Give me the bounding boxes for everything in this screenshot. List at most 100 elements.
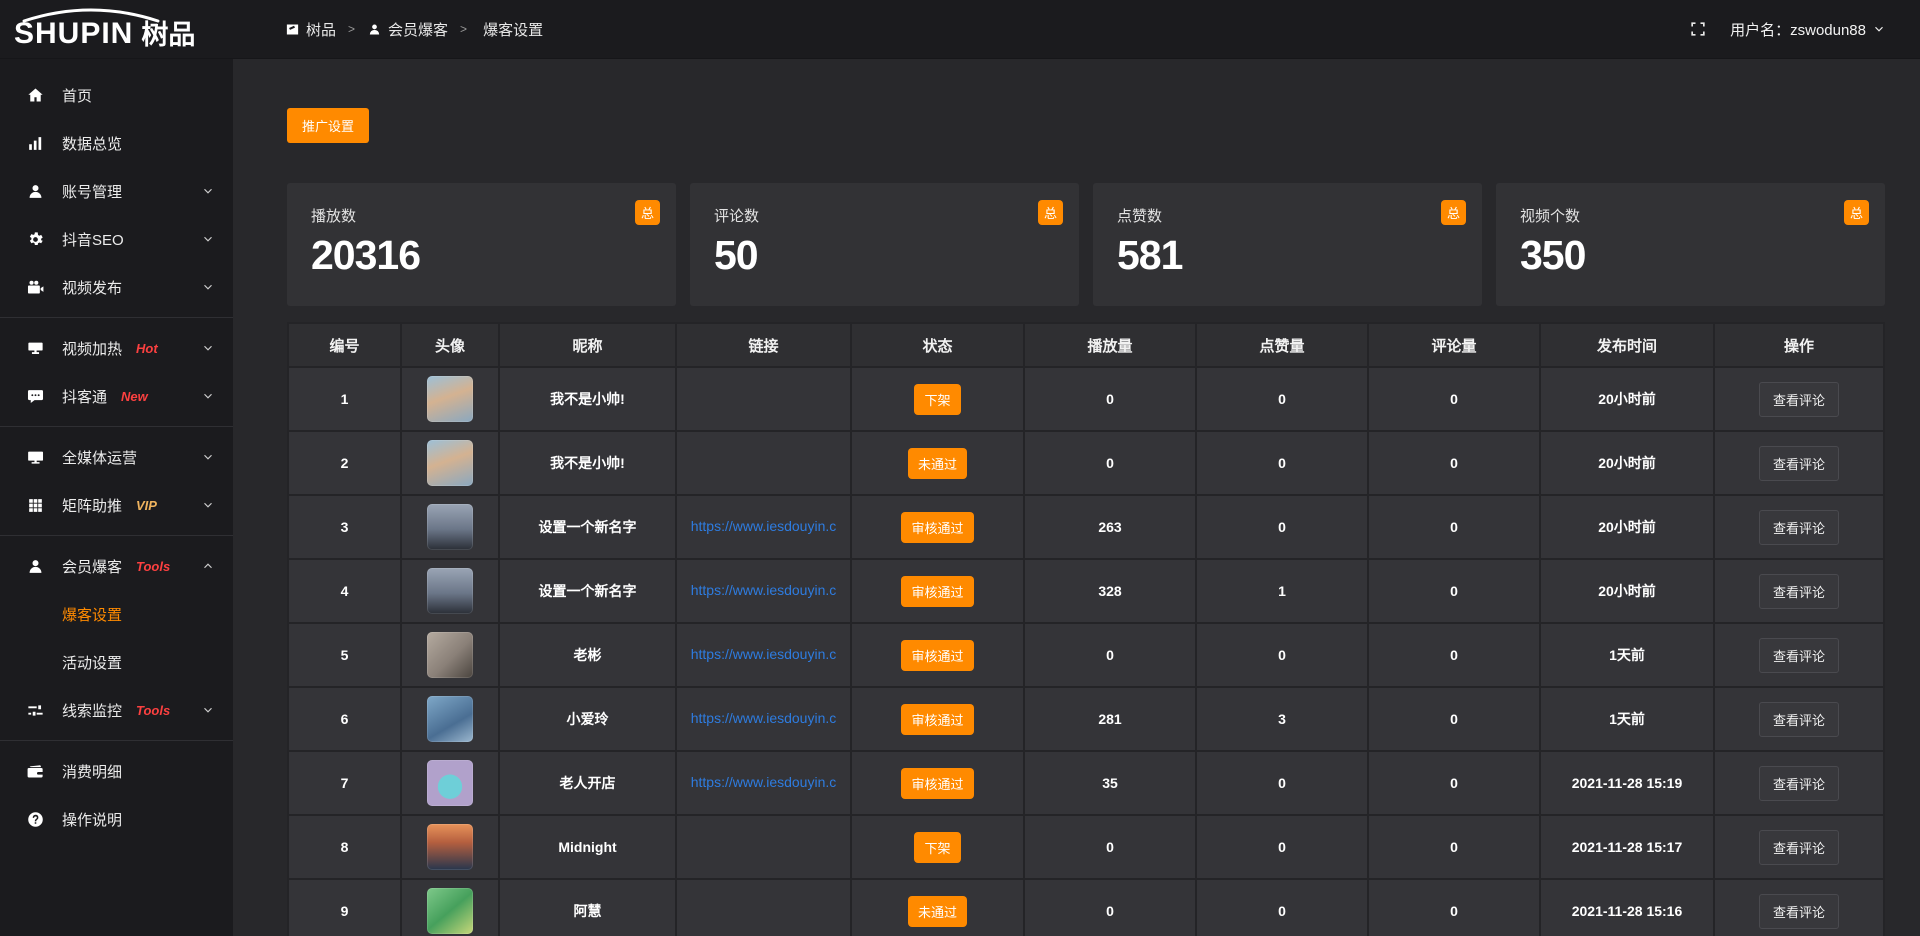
cell-comments: 0 [1368,879,1540,936]
video-link[interactable]: https://www.iesdouyin.c [691,518,837,534]
sidebar-item-线索监控[interactable]: 线索监控Tools [0,686,233,734]
promo-settings-button[interactable]: 推广设置 [287,108,369,143]
cell-id: 3 [288,495,401,559]
stat-label: 评论数 [714,205,1061,226]
cell-link: https://www.iesdouyin.c [676,687,851,751]
status-button[interactable]: 下架 [914,384,960,415]
user-menu[interactable]: 用户名：zswodun88 [1730,19,1886,40]
cell-avatar [401,879,499,936]
cell-status: 审核通过 [851,751,1024,815]
status-button[interactable]: 审核通过 [901,704,973,735]
cell-status: 未通过 [851,879,1024,936]
column-header-昵称: 昵称 [499,323,676,367]
column-header-播放量: 播放量 [1024,323,1196,367]
sidebar-item-会员爆客[interactable]: 会员爆客Tools [0,542,233,590]
cell-status: 审核通过 [851,559,1024,623]
cell-publish-time: 1天前 [1540,623,1714,687]
video-link[interactable]: https://www.iesdouyin.c [691,646,837,662]
column-header-操作: 操作 [1714,323,1884,367]
sidebar-item-label: 数据总览 [62,133,122,154]
view-comments-button[interactable]: 查看评论 [1759,702,1839,737]
view-comments-button[interactable]: 查看评论 [1759,382,1839,417]
stat-value: 581 [1117,232,1464,279]
breadcrumb-item-app[interactable]: 树品 [285,19,336,40]
sidebar-item-数据总览[interactable]: 数据总览 [0,119,233,167]
cell-nickname: 我不是小帅! [499,431,676,495]
view-comments-button[interactable]: 查看评论 [1759,446,1839,481]
table-row: 3设置一个新名字https://www.iesdouyin.c审核通过26300… [288,495,1884,559]
status-button[interactable]: 下架 [914,832,960,863]
fullscreen-icon[interactable] [1688,19,1708,39]
sidebar-item-全媒体运营[interactable]: 全媒体运营 [0,433,233,481]
status-button[interactable]: 审核通过 [901,640,973,671]
sidebar-item-视频发布[interactable]: 视频发布 [0,263,233,311]
cell-nickname: 阿慧 [499,879,676,936]
cell-likes: 0 [1196,495,1368,559]
cell-link [676,879,851,936]
cell-status: 未通过 [851,431,1024,495]
topbar: SHUPIN 树品 树品 > 会员爆客 > 爆客设置 用户名：zswodun [0,0,1920,59]
sidebar-subitem-活动设置[interactable]: 活动设置 [0,638,233,686]
video-link[interactable]: https://www.iesdouyin.c [691,774,837,790]
cell-likes: 0 [1196,879,1368,936]
view-comments-button[interactable]: 查看评论 [1759,510,1839,545]
status-button[interactable]: 审核通过 [901,512,973,543]
column-header-链接: 链接 [676,323,851,367]
breadcrumb-item-section[interactable]: 会员爆客 [367,19,448,40]
sidebar-item-消费明细[interactable]: 消费明细 [0,747,233,795]
status-button[interactable]: 审核通过 [901,768,973,799]
cell-action: 查看评论 [1714,367,1884,431]
cell-plays: 35 [1024,751,1196,815]
cell-publish-time: 20小时前 [1540,431,1714,495]
status-button[interactable]: 未通过 [908,448,967,479]
sidebar-item-首页[interactable]: 首页 [0,71,233,119]
cell-comments: 0 [1368,367,1540,431]
table-row: 6小爱玲https://www.iesdouyin.c审核通过281301天前查… [288,687,1884,751]
sidebar-item-账号管理[interactable]: 账号管理 [0,167,233,215]
view-comments-button[interactable]: 查看评论 [1759,894,1839,929]
gear-icon [26,230,45,249]
column-header-发布时间: 发布时间 [1540,323,1714,367]
chevron-up-icon [201,559,215,573]
cell-publish-time: 2021-11-28 15:19 [1540,751,1714,815]
sidebar-item-视频加热[interactable]: 视频加热Hot [0,324,233,372]
total-badge: 总 [1038,200,1063,225]
cell-avatar [401,751,499,815]
table-header-row: 编号头像昵称链接状态播放量点赞量评论量发布时间操作 [288,323,1884,367]
sidebar-item-label: 全媒体运营 [62,447,137,468]
avatar [427,696,473,742]
sidebar-subitem-爆客设置[interactable]: 爆客设置 [0,590,233,638]
cell-likes: 0 [1196,815,1368,879]
video-link[interactable]: https://www.iesdouyin.c [691,582,837,598]
cell-link: https://www.iesdouyin.c [676,495,851,559]
cell-plays: 0 [1024,623,1196,687]
cell-id: 8 [288,815,401,879]
stat-label: 视频个数 [1520,205,1867,226]
view-comments-button[interactable]: 查看评论 [1759,574,1839,609]
stat-value: 20316 [311,232,658,279]
logo-arc [16,7,166,23]
logo-latin-text: SHUPIN [14,19,133,49]
breadcrumb: 树品 > 会员爆客 > 爆客设置 [233,19,543,40]
sidebar-item-操作说明[interactable]: 操作说明 [0,795,233,843]
sidebar-item-矩阵助推[interactable]: 矩阵助推VIP [0,481,233,529]
avatar [427,760,473,806]
monitor-icon [26,448,45,467]
home-icon [26,86,45,105]
sidebar-item-抖音SEO[interactable]: 抖音SEO [0,215,233,263]
cell-publish-time: 1天前 [1540,687,1714,751]
column-header-编号: 编号 [288,323,401,367]
status-button[interactable]: 未通过 [908,896,967,927]
cell-plays: 328 [1024,559,1196,623]
cell-link [676,431,851,495]
view-comments-button[interactable]: 查看评论 [1759,766,1839,801]
sidebar-item-label: 操作说明 [62,809,122,830]
sidebar-item-抖客通[interactable]: 抖客通New [0,372,233,420]
status-button[interactable]: 审核通过 [901,576,973,607]
view-comments-button[interactable]: 查看评论 [1759,638,1839,673]
view-comments-button[interactable]: 查看评论 [1759,830,1839,865]
sidebar-item-tag: VIP [136,498,157,513]
video-link[interactable]: https://www.iesdouyin.c [691,710,837,726]
cell-id: 6 [288,687,401,751]
cell-comments: 0 [1368,559,1540,623]
